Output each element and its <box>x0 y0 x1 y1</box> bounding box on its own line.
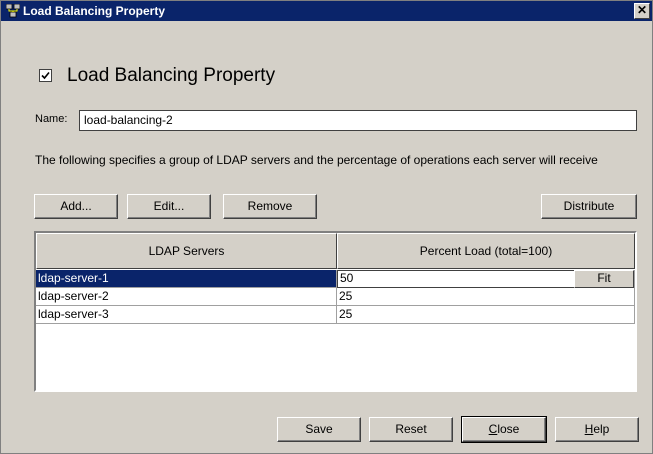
page-title: Load Balancing Property <box>67 65 276 86</box>
close-label-rest: lose <box>497 422 520 436</box>
edit-button[interactable]: Edit... <box>127 194 211 219</box>
name-label: Name: <box>35 113 68 125</box>
table-row[interactable]: ldap-server-3 25 <box>36 306 635 324</box>
server-cell[interactable]: ldap-server-1 <box>36 270 337 288</box>
help-label-rest: elp <box>593 422 610 436</box>
ldap-servers-table[interactable]: LDAP Servers Percent Load (total=100) ld… <box>34 231 637 392</box>
close-icon[interactable]: ✕ <box>634 3 650 19</box>
network-servers-icon <box>5 3 21 18</box>
load-input[interactable]: 50 <box>337 270 577 288</box>
load-balancing-dialog: Load Balancing Property ✕ Load Balancing… <box>0 0 653 454</box>
save-button[interactable]: Save <box>277 417 361 442</box>
column-header-servers[interactable]: LDAP Servers <box>36 233 337 269</box>
load-cell-editing[interactable]: 50 Fit <box>337 270 635 288</box>
table-row[interactable]: ldap-server-1 50 Fit <box>36 270 635 288</box>
reset-button[interactable]: Reset <box>369 417 453 442</box>
column-header-load[interactable]: Percent Load (total=100) <box>337 233 635 269</box>
description-text: The following specifies a group of LDAP … <box>35 153 598 167</box>
load-cell[interactable]: 25 <box>337 306 635 324</box>
checkmark-icon <box>41 71 50 80</box>
fit-button[interactable]: Fit <box>574 270 634 288</box>
remove-button[interactable]: Remove <box>223 194 317 219</box>
distribute-button[interactable]: Distribute <box>541 194 637 219</box>
table-row[interactable]: ldap-server-2 25 <box>36 288 635 306</box>
add-button[interactable]: Add... <box>34 194 118 219</box>
server-cell[interactable]: ldap-server-2 <box>36 288 337 306</box>
server-cell[interactable]: ldap-server-3 <box>36 306 337 324</box>
title-bar[interactable]: Load Balancing Property ✕ <box>1 1 652 21</box>
name-input[interactable]: load-balancing-2 <box>79 110 637 131</box>
close-button[interactable]: Close <box>461 416 547 443</box>
load-cell[interactable]: 25 <box>337 288 635 306</box>
help-button[interactable]: Help <box>555 417 639 442</box>
window-title: Load Balancing Property <box>23 4 166 18</box>
table-header: LDAP Servers Percent Load (total=100) <box>36 233 635 269</box>
enabled-checkbox[interactable] <box>39 69 52 82</box>
